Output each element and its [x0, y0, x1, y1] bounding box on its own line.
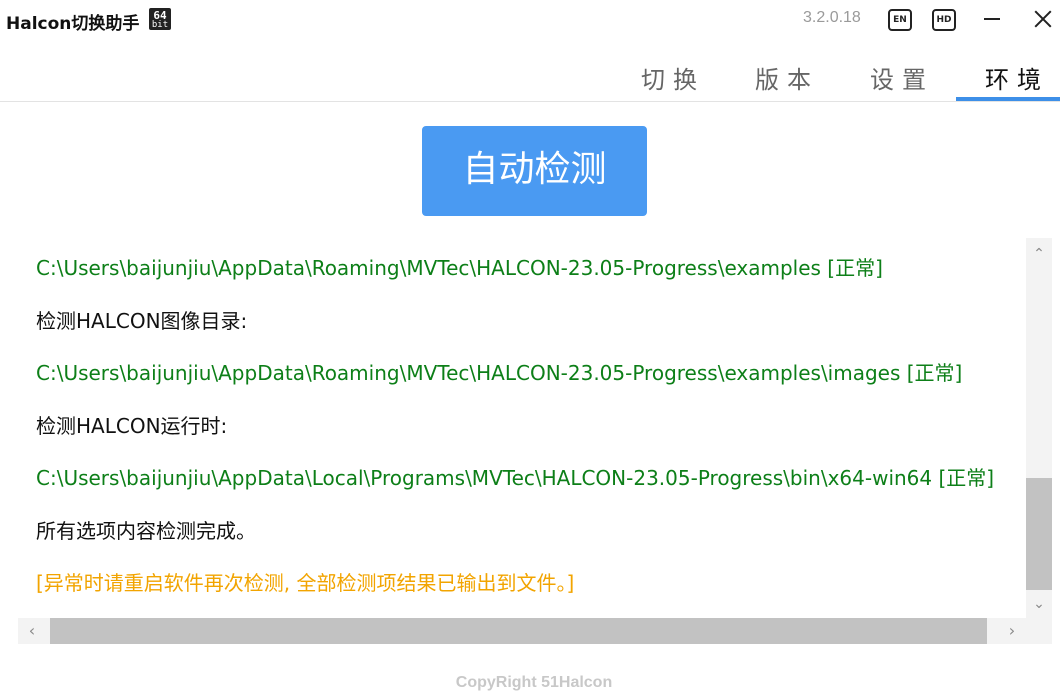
detection-log: C:\Users\baijunjiu\AppData\Roaming\MVTec… [18, 238, 1026, 618]
log-line: C:\Users\baijunjiu\AppData\Roaming\MVTec… [36, 256, 883, 280]
tab-bar: 切换 版本 设置 环境 [0, 52, 1060, 102]
version-label: 3.2.0.18 [803, 9, 861, 26]
close-icon[interactable] [1034, 10, 1052, 28]
tab-switch[interactable]: 切换 [641, 60, 705, 95]
log-line: 所有选项内容检测完成。 [36, 519, 256, 543]
log-line: 检测HALCON图像目录: [36, 309, 248, 333]
tab-settings[interactable]: 设置 [870, 60, 934, 95]
tab-environment[interactable]: 环境 [985, 60, 1049, 95]
bit-badge-icon: 64 bit [149, 8, 171, 30]
tabs-divider [0, 101, 1060, 102]
log-line: [异常时请重启软件再次检测, 全部检测项结果已输出到文件。] [36, 571, 575, 595]
scroll-right-icon[interactable]: › [998, 618, 1026, 644]
title-bar: Halcon切换助手 64 bit 3.2.0.18 EN HD [0, 0, 1060, 40]
hd-button[interactable]: HD [932, 9, 956, 31]
vertical-scroll-thumb[interactable] [1026, 478, 1052, 590]
log-line: 检测HALCON运行时: [36, 414, 228, 438]
scroll-down-icon[interactable]: ⌄ [1026, 592, 1052, 616]
auto-detect-button[interactable]: 自动检测 [422, 126, 647, 216]
horizontal-scrollbar[interactable]: ‹ › [18, 618, 1026, 644]
scroll-up-icon[interactable]: ⌃ [1026, 242, 1052, 266]
bit-badge-label: bit [151, 20, 169, 30]
horizontal-scroll-thumb[interactable] [50, 618, 987, 644]
language-button[interactable]: EN [888, 9, 912, 31]
copyright-footer: CopyRight 51Halcon [455, 674, 613, 691]
vertical-scrollbar[interactable]: ⌃ ⌄ [1026, 238, 1052, 618]
log-line: C:\Users\baijunjiu\AppData\Local\Program… [36, 466, 995, 490]
log-line: C:\Users\baijunjiu\AppData\Roaming\MVTec… [36, 361, 963, 385]
minimize-icon[interactable] [984, 18, 1000, 20]
app-title: Halcon切换助手 [6, 14, 140, 34]
tab-version[interactable]: 版本 [755, 60, 819, 95]
scroll-corner [1026, 618, 1052, 644]
scroll-left-icon[interactable]: ‹ [18, 618, 46, 644]
